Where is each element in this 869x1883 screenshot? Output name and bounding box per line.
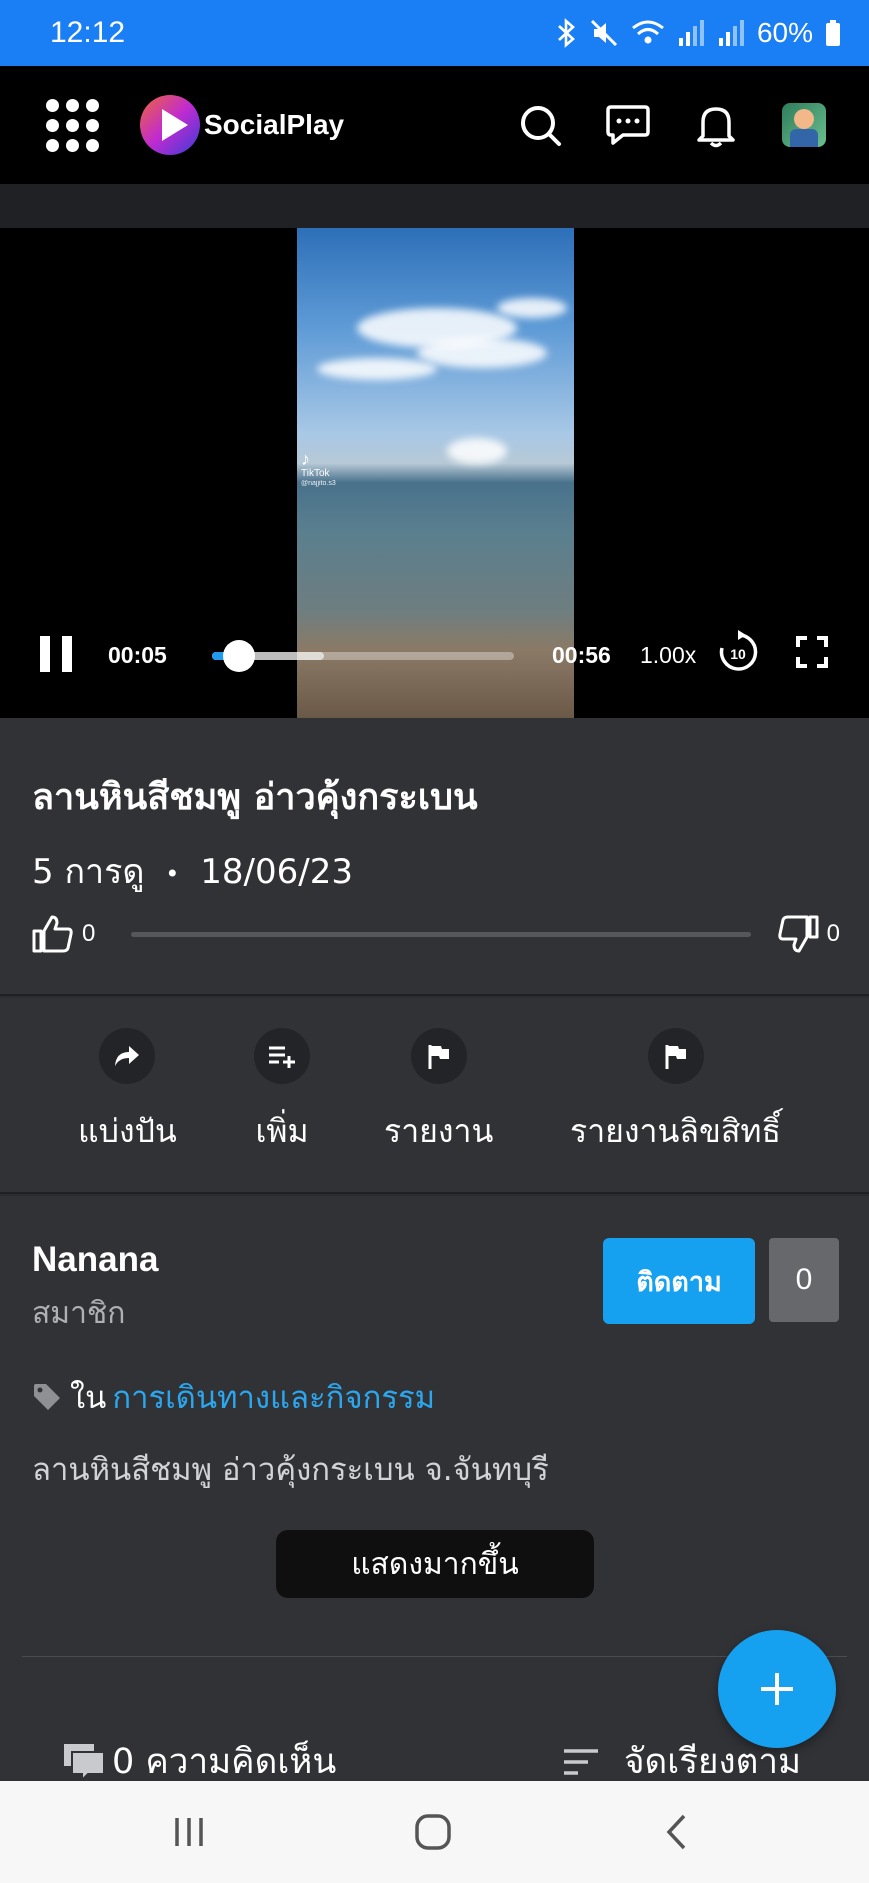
svg-text:10: 10 [730,646,746,662]
recent-apps-button[interactable] [164,1809,214,1855]
play-logo-icon [140,95,200,155]
back-icon [666,1814,686,1850]
seek-thumb[interactable] [223,640,256,672]
app-header: SocialPlay [0,66,869,184]
channel-section: Nanana สมาชิก ติดตาม 0 ใน การเดินทางและก… [0,1196,869,1656]
battery-level: 60% [756,17,813,48]
like-ratio-bar [131,931,751,937]
video-player[interactable]: ♪ TikTok @najjito.s3 00:05 00:56 1.00x 1… [0,228,869,718]
tag-icon [34,1384,60,1410]
tiktok-icon: ♪ [301,449,310,469]
mute-icon [590,19,618,47]
sort-icon [564,1748,598,1775]
vote-row: 0 0 [32,914,840,954]
report-copyright-label: รายงานลิขสิทธิ์ [570,1112,782,1150]
notifications-button[interactable] [691,100,741,150]
video-title: ลานหินสีชมพู อ่าวคุ้งกระเบน [32,777,478,818]
category-link[interactable]: การเดินทางและกิจกรรม [112,1372,435,1422]
fullscreen-icon[interactable] [796,636,828,668]
playlist-add-icon [269,1046,295,1068]
status-time: 12:12 [50,16,126,49]
back-button[interactable] [652,1809,702,1855]
show-more-button[interactable]: แสดงมากขึ้น [276,1530,594,1598]
view-count: 5 การดู [32,852,145,892]
bluetooth-icon [558,18,575,48]
like-count: 0 [82,920,96,947]
add-to-playlist-button[interactable]: เพิ่ม [254,1028,310,1157]
messages-button[interactable] [603,100,653,150]
replay-10-icon[interactable]: 10 [716,630,760,674]
profile-button[interactable] [779,100,829,150]
playback-speed-button[interactable]: 1.00x [640,642,696,669]
search-button[interactable] [515,100,565,150]
player-controls: 00:05 00:56 1.00x 10 [0,630,869,686]
system-nav-bar [0,1781,869,1883]
watermark-user: @najjito.s3 [301,480,336,487]
plus-icon [761,1673,793,1705]
chat-icon [606,105,650,145]
follower-count: 0 [769,1238,839,1322]
battery-icon [826,20,840,46]
apps-menu-icon[interactable] [46,99,99,152]
share-button[interactable]: แบ่งปัน [78,1028,177,1157]
share-label: แบ่งปัน [78,1112,177,1150]
thumbs-down-icon[interactable] [777,915,819,953]
upload-date: 18/06/23 [200,852,353,892]
signal-icon-2 [718,20,744,46]
report-label: รายงาน [384,1112,494,1150]
duration: 00:56 [552,642,611,668]
video-description: ลานหินสีชมพู อ่าวคุ้งกระเบน จ.จันทบุรี [32,1452,549,1488]
seek-bar[interactable] [212,640,514,672]
channel-role: สมาชิก [32,1296,126,1331]
report-button[interactable]: รายงาน [384,1028,493,1157]
share-icon [115,1046,140,1066]
app-logo[interactable]: SocialPlay [138,93,344,157]
thumbs-up-icon[interactable] [32,915,74,953]
video-info: ลานหินสีชมพู อ่าวคุ้งกระเบน 5 การดู • 18… [0,718,869,996]
recent-apps-icon [175,1818,203,1846]
create-fab-button[interactable] [718,1630,836,1748]
pause-button[interactable] [40,636,72,672]
flag-icon [665,1045,686,1069]
bell-icon [697,107,735,148]
current-time: 00:05 [108,642,167,668]
meta-separator: • [165,859,180,888]
dislike-count: 0 [826,920,840,947]
channel-name[interactable]: Nanana [32,1240,158,1280]
tiktok-watermark: ♪ TikTok @najjito.s3 [301,450,336,488]
flag-icon [428,1045,449,1069]
app-name: SocialPlay [204,109,345,140]
follow-button[interactable]: ติดตาม [603,1238,755,1324]
report-copyright-button[interactable]: รายงานลิขสิทธิ์ [570,1028,781,1157]
wifi-icon [632,20,664,44]
home-icon [415,1814,451,1850]
action-bar: แบ่งปัน เพิ่ม รายงาน รายงานลิขสิทธิ์ [0,998,869,1194]
home-button[interactable] [408,1809,458,1855]
avatar [782,103,826,147]
search-icon [521,106,561,146]
video-meta: 5 การดู • 18/06/23 [32,844,353,898]
comments-icon [64,1743,105,1782]
category-row: ใน การเดินทางและกิจกรรม [32,1372,435,1422]
divider [22,1656,847,1657]
header-spacer [0,184,869,228]
signal-icon [678,20,704,46]
status-bar: 12:12 60% [0,0,869,66]
category-prefix: ใน [70,1380,107,1416]
watermark-brand: TikTok [301,468,330,479]
add-label: เพิ่ม [255,1112,309,1150]
